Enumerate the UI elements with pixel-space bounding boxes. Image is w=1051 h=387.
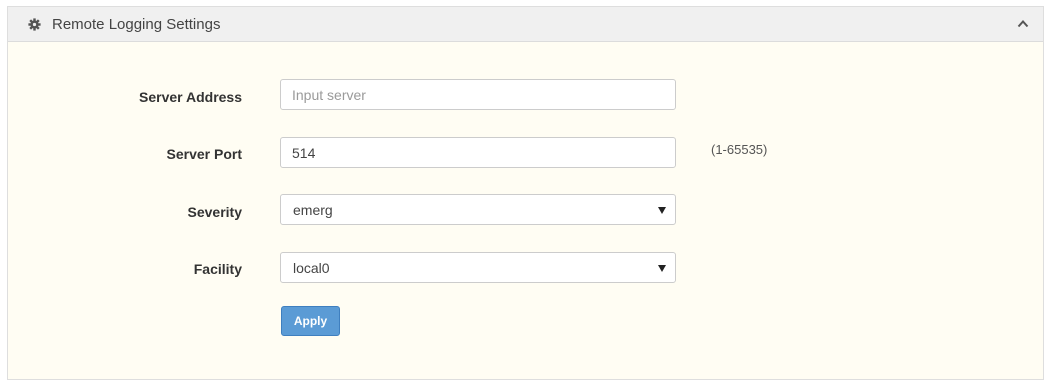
server-port-input[interactable] <box>280 137 676 168</box>
facility-select[interactable]: local0 <box>280 252 676 283</box>
server-port-range-hint: (1-65535) <box>711 142 768 157</box>
server-port-label: Server Port <box>166 146 242 162</box>
facility-selected-value: local0 <box>293 260 330 276</box>
gear-icon <box>28 18 41 31</box>
severity-selected-value: emerg <box>293 202 333 218</box>
severity-select[interactable]: emerg <box>280 194 676 225</box>
dropdown-arrow-icon <box>658 265 666 272</box>
server-address-input[interactable] <box>280 79 676 110</box>
remote-logging-panel: Remote Logging Settings <box>7 6 1044 380</box>
chevron-up-icon[interactable] <box>1017 19 1029 28</box>
dropdown-arrow-icon <box>658 207 666 214</box>
panel-header[interactable]: Remote Logging Settings <box>8 7 1043 42</box>
apply-button[interactable]: Apply <box>281 306 340 336</box>
panel-title: Remote Logging Settings <box>52 16 221 33</box>
severity-label: Severity <box>187 204 242 220</box>
server-address-label: Server Address <box>139 89 242 105</box>
facility-label: Facility <box>193 261 242 277</box>
